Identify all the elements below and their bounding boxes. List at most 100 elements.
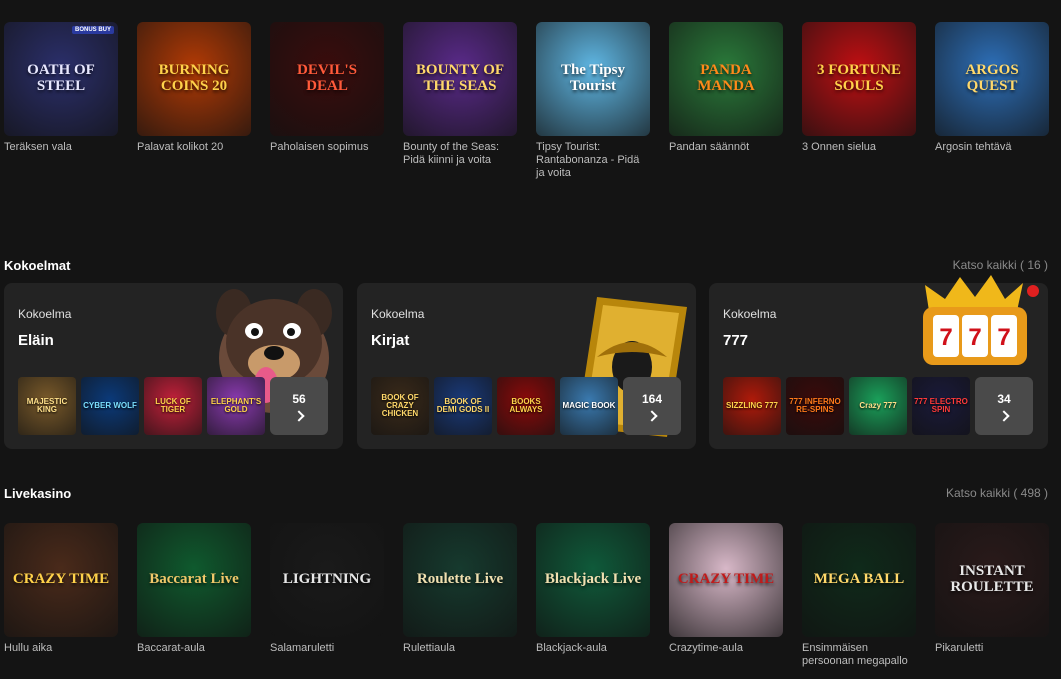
mini-game-thumb[interactable]: ELEPHANT'S GOLD (207, 377, 265, 435)
game-tile[interactable]: CRAZY TIME Hullu aika (4, 523, 118, 668)
mini-game-thumb[interactable]: BOOK OF DEMI GODS II (434, 377, 492, 435)
game-logo-text: PANDA MANDA (697, 62, 755, 94)
game-thumbnail[interactable]: Blackjack Live (536, 523, 650, 637)
game-title: Crazytime-aula (669, 642, 743, 654)
game-tile[interactable]: Roulette Live Rulettiaula (403, 523, 517, 668)
collection-more-button[interactable]: 56 (270, 377, 328, 435)
game-thumbnail[interactable]: LIGHTNING (270, 523, 384, 637)
game-thumbnail[interactable]: CRAZY TIME (669, 523, 783, 637)
game-tile[interactable]: The Tipsy Tourist Tipsy Tourist: Rantabon… (536, 22, 650, 180)
mini-game-thumb[interactable]: BOOKS ALWAYS (497, 377, 555, 435)
game-logo-text: DEVIL'S DEAL (296, 62, 358, 94)
game-thumbnail[interactable]: PANDA MANDA (669, 22, 783, 136)
game-logo-text: CRAZY TIME (12, 571, 110, 588)
game-thumbnail[interactable]: BURNING COINS 20 (137, 22, 251, 136)
game-title: Paholaisen sopimus (270, 141, 369, 153)
chevron-right-icon (293, 410, 305, 422)
game-title: Tipsy Tourist: Rantabonanza - Pidä ja vo… (536, 141, 640, 179)
game-thumbnail[interactable]: BOUNTY OF THE SEAS (403, 22, 517, 136)
collections-heading: Kokoelmat (4, 258, 71, 273)
game-logo-text: 3 FORTUNE SOULS (816, 62, 902, 94)
collection-more-button[interactable]: 164 (623, 377, 681, 435)
mini-game-thumb[interactable]: LUCK OF TIGER (144, 377, 202, 435)
game-title: Hullu aika (4, 642, 53, 654)
collection-title: Kirjat (371, 332, 410, 349)
game-thumbnail[interactable]: ARGOS QUEST (935, 22, 1049, 136)
mini-game-thumb[interactable]: 777 ELECTRO SPIN (912, 377, 970, 435)
game-thumbnail[interactable]: CRAZY TIME (4, 523, 118, 637)
game-tile[interactable]: LIGHTNING Salamaruletti (270, 523, 384, 668)
game-thumbnail[interactable]: The Tipsy Tourist (536, 22, 650, 136)
game-tile[interactable]: PANDA MANDA Pandan säännöt (669, 22, 783, 180)
game-logo-text: BOUNTY OF THE SEAS (415, 62, 505, 94)
live-games-row: CRAZY TIME Hullu aika Baccarat Live Baccara… (4, 523, 1049, 668)
mini-game-thumb[interactable]: BOOK OF CRAZY CHICKEN (371, 377, 429, 435)
game-tile[interactable]: OATH OF STEEL BONUS BUY Teräksen vala (4, 22, 118, 180)
collection-thumbs: SIZZLING 777 777 INFERNO RE-SPINS Crazy … (723, 377, 1033, 435)
game-logo-text: ARGOS QUEST (965, 62, 1019, 94)
collection-count: 164 (641, 392, 663, 406)
chevron-right-icon (646, 410, 658, 422)
game-tile[interactable]: MEGA BALL Ensimmäisen persoonan megapallo (802, 523, 916, 668)
game-tile[interactable]: ARGOS QUEST Argosin tehtävä (935, 22, 1049, 180)
game-logo-text: CRAZY TIME (677, 571, 775, 588)
collection-more-button[interactable]: 34 (975, 377, 1033, 435)
game-title: Pikaruletti (935, 642, 984, 654)
game-title: Pandan säännöt (669, 141, 750, 153)
game-title: Baccarat-aula (137, 642, 205, 654)
chevron-right-icon (998, 410, 1010, 422)
game-thumbnail[interactable]: Roulette Live (403, 523, 517, 637)
mini-game-thumb[interactable]: Crazy 777 (849, 377, 907, 435)
slot-machine-icon: 7 7 7 (923, 275, 1039, 365)
collection-card-777[interactable]: Kokoelma 777 7 7 7 SIZZLING 777 777 INFE… (709, 275, 1048, 449)
svg-text:7: 7 (968, 324, 981, 351)
game-tile[interactable]: Blackjack Live Blackjack-aula (536, 523, 650, 668)
game-tile[interactable]: DEVIL'S DEAL Paholaisen sopimus (270, 22, 384, 180)
mini-game-thumb[interactable]: MAGIC BOOK (560, 377, 618, 435)
game-logo-text: INSTANT ROULETTE (950, 563, 1034, 595)
collection-card-books[interactable]: Kokoelma Kirjat BOOK OF CRAZY CHICKEN BO… (357, 283, 696, 449)
game-thumbnail[interactable]: 3 FORTUNE SOULS (802, 22, 916, 136)
collections-see-all-link[interactable]: Katso kaikki ( 16 ) (953, 258, 1048, 272)
game-tile[interactable]: Baccarat Live Baccarat-aula (137, 523, 251, 668)
mini-game-thumb[interactable]: MAJESTIC KING (18, 377, 76, 435)
game-thumbnail[interactable]: OATH OF STEEL BONUS BUY (4, 22, 118, 136)
collection-kicker: Kokoelma (18, 307, 72, 321)
game-logo-text: The Tipsy Tourist (560, 62, 626, 94)
svg-text:7: 7 (997, 324, 1010, 351)
bonus-buy-badge: BONUS BUY (71, 26, 114, 34)
collection-count: 34 (997, 392, 1011, 406)
collection-kicker: Kokoelma (371, 307, 425, 321)
collection-card-animals[interactable]: Kokoelma Eläin MAJESTIC KING CYBER WOLF … (4, 283, 343, 449)
game-title: Argosin tehtävä (935, 141, 1012, 153)
game-title: Blackjack-aula (536, 642, 607, 654)
mini-game-thumb[interactable]: SIZZLING 777 (723, 377, 781, 435)
collection-kicker: Kokoelma (723, 307, 777, 321)
mini-game-thumb[interactable]: 777 INFERNO RE-SPINS (786, 377, 844, 435)
game-title: Teräksen vala (4, 141, 72, 153)
collection-thumbs: BOOK OF CRAZY CHICKEN BOOK OF DEMI GODS … (371, 377, 681, 435)
mini-game-thumb[interactable]: CYBER WOLF (81, 377, 139, 435)
collection-thumbs: MAJESTIC KING CYBER WOLF LUCK OF TIGER E… (18, 377, 328, 435)
live-casino-see-all-link[interactable]: Katso kaikki ( 498 ) (946, 486, 1048, 500)
game-thumbnail[interactable]: Baccarat Live (137, 523, 251, 637)
collection-title: 777 (723, 332, 749, 349)
game-thumbnail[interactable]: DEVIL'S DEAL (270, 22, 384, 136)
game-tile[interactable]: CRAZY TIME Crazytime-aula (669, 523, 783, 668)
collection-count: 56 (292, 392, 306, 406)
game-logo-text: BURNING COINS 20 (158, 62, 230, 94)
game-tile[interactable]: BOUNTY OF THE SEAS Bounty of the Seas: Pi… (403, 22, 517, 180)
game-logo-text: Baccarat Live (149, 571, 239, 588)
game-thumbnail[interactable]: INSTANT ROULETTE (935, 523, 1049, 637)
game-logo-text: Roulette Live (416, 571, 504, 588)
game-title: Palavat kolikot 20 (137, 141, 224, 153)
game-tile[interactable]: BURNING COINS 20 Palavat kolikot 20 (137, 22, 251, 180)
game-tile[interactable]: 3 FORTUNE SOULS 3 Onnen sielua (802, 22, 916, 180)
game-tile[interactable]: INSTANT ROULETTE Pikaruletti (935, 523, 1049, 668)
game-title: Ensimmäisen persoonan megapallo (802, 642, 908, 667)
game-thumbnail[interactable]: MEGA BALL (802, 523, 916, 637)
game-title: Salamaruletti (270, 642, 335, 654)
collection-title: Eläin (18, 332, 54, 349)
game-title: 3 Onnen sielua (802, 141, 876, 153)
game-title: Rulettiaula (403, 642, 455, 654)
